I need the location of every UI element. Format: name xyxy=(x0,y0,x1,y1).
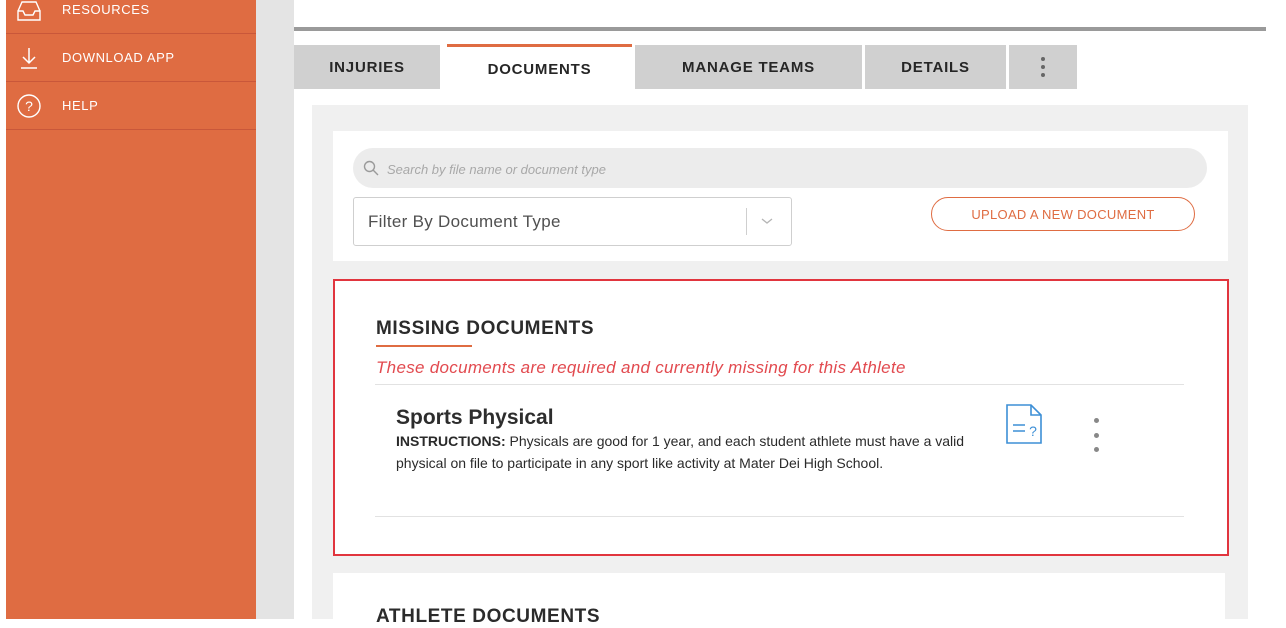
divider xyxy=(375,516,1184,517)
dot xyxy=(1093,447,1099,452)
title-underline xyxy=(376,345,472,347)
upload-document-button[interactable]: UPLOAD A NEW DOCUMENT xyxy=(931,197,1195,231)
document-instructions: INSTRUCTIONS: Physicals are good for 1 y… xyxy=(396,431,976,474)
help-circle-icon: ? xyxy=(16,93,42,119)
inbox-icon xyxy=(16,0,42,23)
search-input[interactable] xyxy=(385,148,1189,190)
sidebar-item-download-app[interactable]: DOWNLOAD APP xyxy=(6,34,256,82)
dot xyxy=(1093,418,1099,423)
missing-documents-subtitle: These documents are required and current… xyxy=(376,358,906,377)
sidebar-item-label: DOWNLOAD APP xyxy=(62,50,175,65)
search-bar[interactable] xyxy=(353,148,1207,190)
sidebar-item-help[interactable]: ? HELP xyxy=(6,82,256,130)
svg-text:?: ? xyxy=(25,98,33,114)
document-type-filter[interactable]: Filter By Document Type xyxy=(353,197,792,246)
sidebar-item-label: RESOURCES xyxy=(62,2,150,17)
tab-injuries[interactable]: INJURIES xyxy=(294,45,440,89)
filter-label: Filter By Document Type xyxy=(368,212,561,231)
tab-details[interactable]: DETAILS xyxy=(865,45,1006,89)
svg-text:?: ? xyxy=(1029,423,1037,439)
document-options-button[interactable] xyxy=(1088,418,1104,452)
document-unknown-icon[interactable]: ? xyxy=(1005,403,1043,445)
search-icon xyxy=(363,160,379,176)
sidebar-item-label: HELP xyxy=(62,98,99,113)
athlete-documents-title: ATHLETE DOCUMENTS xyxy=(376,606,601,627)
more-vertical-icon xyxy=(1041,57,1045,77)
document-title: Sports Physical xyxy=(396,406,554,429)
sidebar-item-resources[interactable]: RESOURCES xyxy=(6,0,256,34)
missing-documents-title: MISSING DOCUMENTS xyxy=(376,318,595,339)
chevron-down-icon xyxy=(759,213,775,229)
content-gutter xyxy=(256,0,294,619)
divider xyxy=(375,384,1184,385)
header-area xyxy=(294,0,1286,28)
download-icon xyxy=(16,45,42,71)
instructions-label: INSTRUCTIONS: xyxy=(396,433,506,449)
filter-divider xyxy=(746,208,747,235)
right-margin xyxy=(1266,27,1286,619)
tab-manage-teams[interactable]: MANAGE TEAMS xyxy=(635,45,862,89)
dot xyxy=(1093,432,1099,438)
tab-more-button[interactable] xyxy=(1009,45,1077,89)
tab-documents[interactable]: DOCUMENTS xyxy=(447,44,632,92)
tab-bar: INJURIES DOCUMENTS MANAGE TEAMS DETAILS xyxy=(294,31,1266,92)
sidebar: RESOURCES DOWNLOAD APP ? HELP xyxy=(6,0,256,619)
